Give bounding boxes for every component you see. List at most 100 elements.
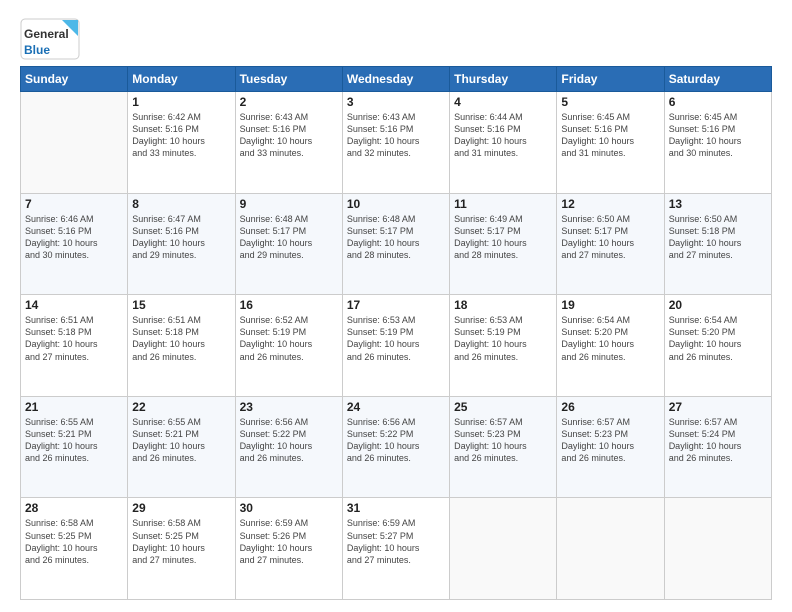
weekday-header-thursday: Thursday bbox=[450, 67, 557, 92]
day-info: Sunrise: 6:52 AM Sunset: 5:19 PM Dayligh… bbox=[240, 314, 338, 363]
calendar-cell: 7Sunrise: 6:46 AM Sunset: 5:16 PM Daylig… bbox=[21, 193, 128, 295]
day-number: 3 bbox=[347, 95, 445, 109]
calendar-cell: 18Sunrise: 6:53 AM Sunset: 5:19 PM Dayli… bbox=[450, 295, 557, 397]
day-info: Sunrise: 6:53 AM Sunset: 5:19 PM Dayligh… bbox=[347, 314, 445, 363]
weekday-header-friday: Friday bbox=[557, 67, 664, 92]
day-number: 23 bbox=[240, 400, 338, 414]
calendar-table: SundayMondayTuesdayWednesdayThursdayFrid… bbox=[20, 66, 772, 600]
weekday-header-sunday: Sunday bbox=[21, 67, 128, 92]
calendar-cell: 17 Sunrise: 6:53 AM Sunset: 5:19 PM Dayli… bbox=[342, 295, 449, 397]
day-number: 9 bbox=[240, 197, 338, 211]
day-info: Sunrise: 6:58 AM Sunset: 5:25 PM Dayligh… bbox=[132, 517, 230, 566]
calendar-cell: 13 Sunrise: 6:50 AM Sunset: 5:18 PM Dayli… bbox=[664, 193, 771, 295]
day-number: 17 bbox=[347, 298, 445, 312]
calendar-cell: 16 Sunrise: 6:52 AM Sunset: 5:19 PM Dayli… bbox=[235, 295, 342, 397]
day-info: Sunrise: 6:56 AM Sunset: 5:22 PM Dayligh… bbox=[240, 416, 338, 465]
day-info: Sunrise: 6:59 AM Sunset: 5:26 PM Dayligh… bbox=[240, 517, 338, 566]
calendar-cell: 19Sunrise: 6:54 AM Sunset: 5:20 PM Dayli… bbox=[557, 295, 664, 397]
calendar-cell: 28 Sunrise: 6:58 AM Sunset: 5:25 PM Dayli… bbox=[21, 498, 128, 600]
calendar-cell: 29 Sunrise: 6:58 AM Sunset: 5:25 PM Dayli… bbox=[128, 498, 235, 600]
calendar-cell: 25 Sunrise: 6:57 AM Sunset: 5:23 PM Dayli… bbox=[450, 396, 557, 498]
svg-text:General: General bbox=[24, 27, 69, 41]
calendar-week-row: 21 Sunrise: 6:55 AM Sunset: 5:21 PM Dayli… bbox=[21, 396, 772, 498]
calendar-week-row: 14 Sunrise: 6:51 AM Sunset: 5:18 PM Dayli… bbox=[21, 295, 772, 397]
calendar-cell: 14Sunrise: 6:51 AM Sunset: 5:18 PM Dayli… bbox=[21, 295, 128, 397]
calendar-cell bbox=[557, 498, 664, 600]
day-number: 1 bbox=[132, 95, 230, 109]
day-info: Sunrise: 6:50 AM Sunset: 5:17 PM Dayligh… bbox=[561, 213, 659, 262]
day-number: 21 bbox=[25, 400, 123, 414]
day-number: 20 bbox=[669, 298, 767, 312]
calendar-cell: 31 Sunrise: 6:59 AM Sunset: 5:27 PM Dayli… bbox=[342, 498, 449, 600]
day-info: Sunrise: 6:57 AM Sunset: 5:23 PM Dayligh… bbox=[561, 416, 659, 465]
weekday-header-wednesday: Wednesday bbox=[342, 67, 449, 92]
day-number: 25 bbox=[454, 400, 552, 414]
day-number: 30 bbox=[240, 501, 338, 515]
calendar-cell: 21Sunrise: 6:55 AM Sunset: 5:21 PM Dayli… bbox=[21, 396, 128, 498]
day-info: Sunrise: 6:48 AM Sunset: 5:17 PM Dayligh… bbox=[240, 213, 338, 262]
calendar-cell: 20Sunrise: 6:54 AM Sunset: 5:20 PM Dayli… bbox=[664, 295, 771, 397]
calendar-cell bbox=[450, 498, 557, 600]
calendar-cell: 24Sunrise: 6:56 AM Sunset: 5:22 PM Dayli… bbox=[342, 396, 449, 498]
calendar-cell: 8 Sunrise: 6:47 AM Sunset: 5:16 PM Daylig… bbox=[128, 193, 235, 295]
day-number: 27 bbox=[669, 400, 767, 414]
day-info: Sunrise: 6:43 AM Sunset: 5:16 PM Dayligh… bbox=[240, 111, 338, 160]
calendar-header-row: SundayMondayTuesdayWednesdayThursdayFrid… bbox=[21, 67, 772, 92]
calendar-cell: 6 Sunrise: 6:45 AM Sunset: 5:16 PM Daylig… bbox=[664, 92, 771, 194]
day-info: Sunrise: 6:58 AM Sunset: 5:25 PM Dayligh… bbox=[25, 517, 123, 566]
day-number: 29 bbox=[132, 501, 230, 515]
calendar-cell: 10 Sunrise: 6:48 AM Sunset: 5:17 PM Dayli… bbox=[342, 193, 449, 295]
day-info: Sunrise: 6:45 AM Sunset: 5:16 PM Dayligh… bbox=[669, 111, 767, 160]
page: General Blue SundayMondayTuesdayWednesday… bbox=[0, 0, 792, 612]
day-number: 6 bbox=[669, 95, 767, 109]
day-number: 8 bbox=[132, 197, 230, 211]
day-info: Sunrise: 6:44 AM Sunset: 5:16 PM Dayligh… bbox=[454, 111, 552, 160]
day-info: Sunrise: 6:51 AM Sunset: 5:18 PM Dayligh… bbox=[132, 314, 230, 363]
day-number: 18 bbox=[454, 298, 552, 312]
header: General Blue bbox=[20, 18, 772, 60]
weekday-header-monday: Monday bbox=[128, 67, 235, 92]
calendar-cell: 15 Sunrise: 6:51 AM Sunset: 5:18 PM Dayli… bbox=[128, 295, 235, 397]
weekday-header-saturday: Saturday bbox=[664, 67, 771, 92]
day-info: Sunrise: 6:55 AM Sunset: 5:21 PM Dayligh… bbox=[132, 416, 230, 465]
day-number: 10 bbox=[347, 197, 445, 211]
day-info: Sunrise: 6:43 AM Sunset: 5:16 PM Dayligh… bbox=[347, 111, 445, 160]
day-number: 28 bbox=[25, 501, 123, 515]
day-info: Sunrise: 6:49 AM Sunset: 5:17 PM Dayligh… bbox=[454, 213, 552, 262]
day-info: Sunrise: 6:50 AM Sunset: 5:18 PM Dayligh… bbox=[669, 213, 767, 262]
day-info: Sunrise: 6:42 AM Sunset: 5:16 PM Dayligh… bbox=[132, 111, 230, 160]
calendar-cell: 11 Sunrise: 6:49 AM Sunset: 5:17 PM Dayli… bbox=[450, 193, 557, 295]
day-number: 13 bbox=[669, 197, 767, 211]
day-number: 16 bbox=[240, 298, 338, 312]
day-number: 4 bbox=[454, 95, 552, 109]
day-info: Sunrise: 6:54 AM Sunset: 5:20 PM Dayligh… bbox=[561, 314, 659, 363]
calendar-cell: 2Sunrise: 6:43 AM Sunset: 5:16 PM Daylig… bbox=[235, 92, 342, 194]
day-info: Sunrise: 6:57 AM Sunset: 5:23 PM Dayligh… bbox=[454, 416, 552, 465]
calendar-week-row: 1 Sunrise: 6:42 AM Sunset: 5:16 PM Daylig… bbox=[21, 92, 772, 194]
calendar-cell: 22Sunrise: 6:55 AM Sunset: 5:21 PM Dayli… bbox=[128, 396, 235, 498]
day-info: Sunrise: 6:59 AM Sunset: 5:27 PM Dayligh… bbox=[347, 517, 445, 566]
calendar-cell bbox=[21, 92, 128, 194]
day-info: Sunrise: 6:57 AM Sunset: 5:24 PM Dayligh… bbox=[669, 416, 767, 465]
calendar-cell: 9 Sunrise: 6:48 AM Sunset: 5:17 PM Daylig… bbox=[235, 193, 342, 295]
logo: General Blue bbox=[20, 18, 80, 60]
day-info: Sunrise: 6:48 AM Sunset: 5:17 PM Dayligh… bbox=[347, 213, 445, 262]
calendar-cell: 3 Sunrise: 6:43 AM Sunset: 5:16 PM Daylig… bbox=[342, 92, 449, 194]
svg-text:Blue: Blue bbox=[24, 43, 50, 57]
calendar-cell: 5Sunrise: 6:45 AM Sunset: 5:16 PM Daylig… bbox=[557, 92, 664, 194]
day-number: 14 bbox=[25, 298, 123, 312]
calendar-cell: 1 Sunrise: 6:42 AM Sunset: 5:16 PM Daylig… bbox=[128, 92, 235, 194]
day-info: Sunrise: 6:47 AM Sunset: 5:16 PM Dayligh… bbox=[132, 213, 230, 262]
calendar-cell: 4 Sunrise: 6:44 AM Sunset: 5:16 PM Daylig… bbox=[450, 92, 557, 194]
logo-svg: General Blue bbox=[20, 18, 80, 60]
day-number: 5 bbox=[561, 95, 659, 109]
calendar-cell: 23 Sunrise: 6:56 AM Sunset: 5:22 PM Dayli… bbox=[235, 396, 342, 498]
day-number: 11 bbox=[454, 197, 552, 211]
calendar-cell bbox=[664, 498, 771, 600]
day-number: 7 bbox=[25, 197, 123, 211]
day-number: 31 bbox=[347, 501, 445, 515]
day-number: 15 bbox=[132, 298, 230, 312]
day-info: Sunrise: 6:56 AM Sunset: 5:22 PM Dayligh… bbox=[347, 416, 445, 465]
calendar-cell: 27 Sunrise: 6:57 AM Sunset: 5:24 PM Dayli… bbox=[664, 396, 771, 498]
weekday-header-tuesday: Tuesday bbox=[235, 67, 342, 92]
